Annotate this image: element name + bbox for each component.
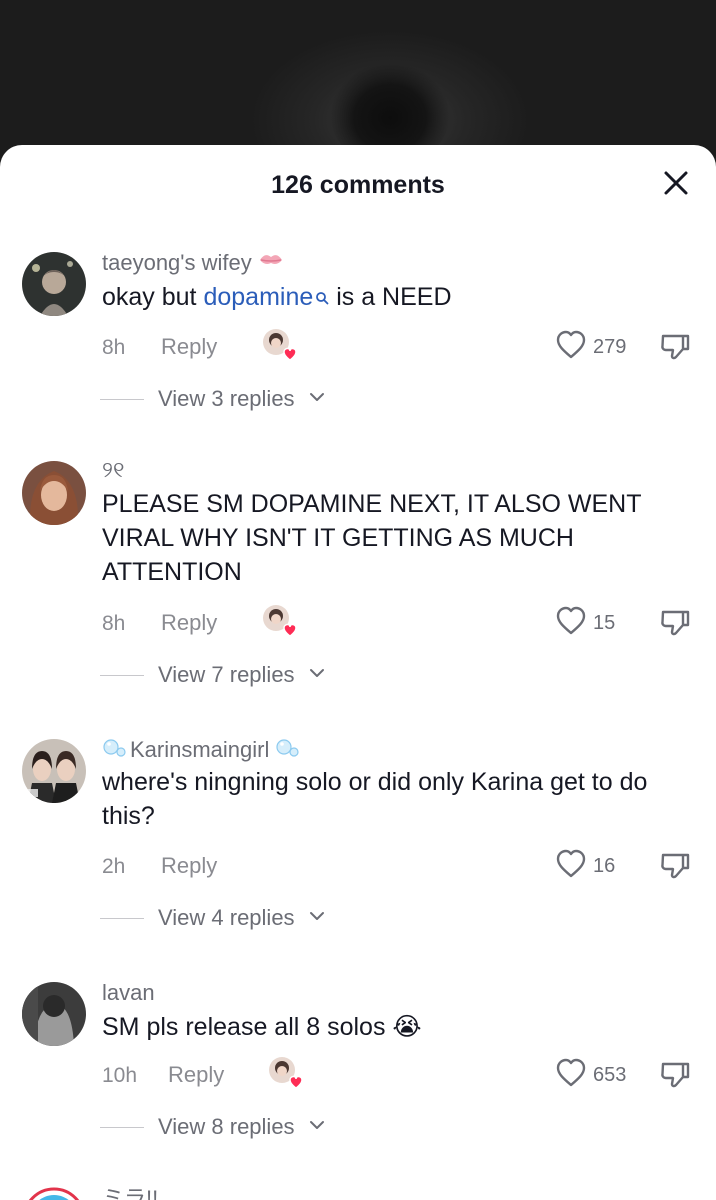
- avatar[interactable]: [22, 1187, 86, 1200]
- creator-liked-avatar: [262, 604, 297, 638]
- creator-liked-avatar: [262, 328, 297, 362]
- divider-line: [100, 398, 144, 400]
- heart-outline-icon: [555, 1058, 587, 1093]
- comment-username[interactable]: Karinsmaingirl: [102, 735, 301, 765]
- avatar[interactable]: [22, 739, 86, 803]
- search-icon: [315, 280, 329, 314]
- comment-time: 10h: [102, 1064, 138, 1087]
- divider-line: [100, 674, 144, 676]
- like-button[interactable]: 15: [555, 606, 615, 641]
- creator-liked-avatar: [268, 1056, 303, 1090]
- comments-header: 126 comments: [0, 145, 716, 225]
- heart-outline-icon: [555, 330, 587, 365]
- view-replies-button[interactable]: View 4 replies: [100, 905, 325, 931]
- comment-time: 8h: [102, 612, 126, 635]
- avatar[interactable]: [22, 982, 86, 1046]
- comment-username[interactable]: ୨୧: [102, 457, 124, 483]
- chevron-down-icon: [309, 390, 325, 408]
- dislike-icon[interactable]: [658, 606, 692, 640]
- view-replies-button[interactable]: View 8 replies: [100, 1114, 325, 1140]
- comment-username[interactable]: ミラ!!: [102, 1181, 158, 1200]
- view-replies-button[interactable]: View 7 replies: [100, 662, 325, 688]
- comment-text: where's ningning solo or did only Karina…: [102, 768, 648, 830]
- heart-outline-icon: [555, 606, 587, 641]
- like-button[interactable]: 653: [555, 1058, 626, 1093]
- comment-time: 8h: [102, 336, 126, 359]
- kiss-mark-icon: [258, 250, 284, 276]
- reply-button[interactable]: Reply: [161, 610, 217, 636]
- bubbles-icon: [275, 735, 301, 765]
- reply-button[interactable]: Reply: [161, 853, 217, 879]
- dislike-icon[interactable]: [658, 849, 692, 883]
- comment-text: PLEASE SM DOPAMINE NEXT, IT ALSO WENT VI…: [102, 490, 642, 586]
- comment-text: okay but dopamine is a NEED: [102, 280, 692, 314]
- heart-outline-icon: [555, 849, 587, 884]
- comment-text: SM pls release all 8 solos 😭: [102, 1013, 422, 1041]
- like-button[interactable]: 16: [555, 849, 615, 884]
- like-button[interactable]: 279: [555, 330, 626, 365]
- comments-count-title: 126 comments: [271, 171, 445, 199]
- comments-sheet: 126 comments taeyong's wifey okay but do…: [0, 145, 716, 1200]
- reply-button[interactable]: Reply: [168, 1062, 224, 1088]
- reply-button[interactable]: Reply: [161, 334, 217, 360]
- comment-time: 2h: [102, 855, 126, 878]
- dislike-icon[interactable]: [658, 330, 692, 364]
- chevron-down-icon: [309, 666, 325, 684]
- chevron-down-icon: [309, 1118, 325, 1136]
- chevron-down-icon: [309, 909, 325, 927]
- like-count: 279: [593, 336, 627, 358]
- comment-username[interactable]: lavan: [102, 980, 155, 1006]
- comment-username[interactable]: taeyong's wifey: [102, 250, 284, 276]
- like-count: 653: [593, 1064, 627, 1086]
- avatar[interactable]: [22, 461, 86, 525]
- dislike-icon[interactable]: [658, 1058, 692, 1092]
- view-replies-button[interactable]: View 3 replies: [100, 386, 325, 412]
- like-count: 15: [593, 612, 616, 634]
- divider-line: [100, 917, 144, 919]
- close-icon[interactable]: [660, 167, 692, 199]
- avatar[interactable]: [22, 252, 86, 316]
- like-count: 16: [593, 855, 616, 877]
- bubbles-icon: [102, 735, 128, 765]
- search-link-dopamine[interactable]: dopamine: [203, 283, 329, 311]
- divider-line: [100, 1126, 144, 1128]
- crying-emoji: 😭: [392, 1013, 422, 1041]
